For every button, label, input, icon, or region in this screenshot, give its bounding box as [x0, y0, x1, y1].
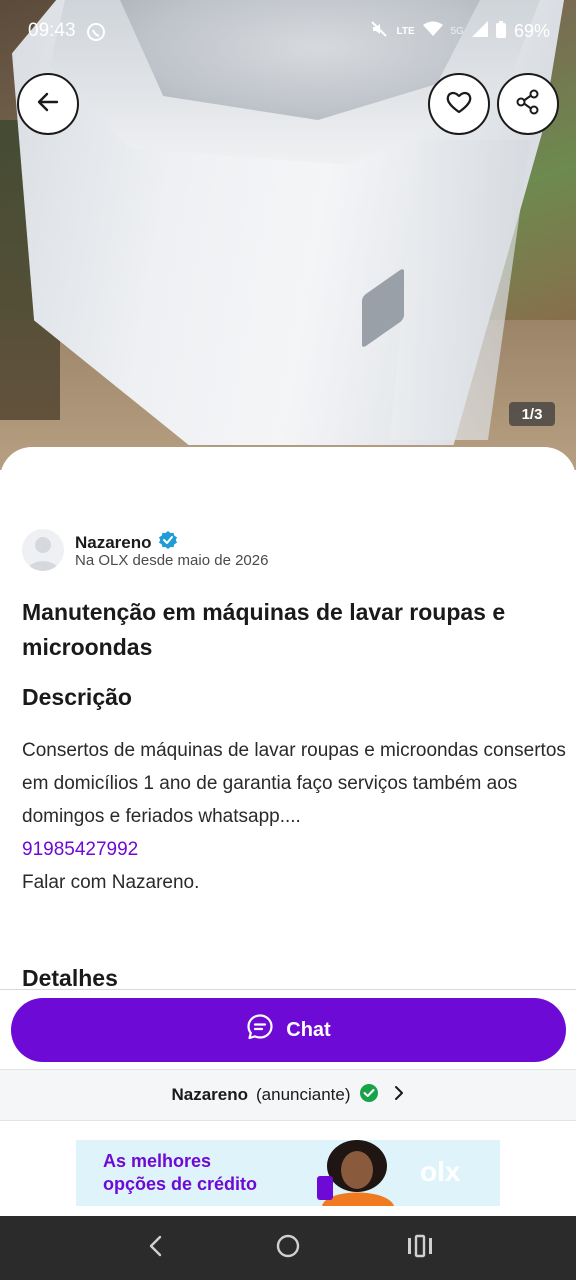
status-time: 09:43: [28, 20, 76, 41]
battery-icon: [495, 20, 506, 43]
ad-headline: As melhores opções de crédito: [103, 1150, 257, 1196]
seller-bar-role: (anunciante): [256, 1085, 351, 1104]
seller-profile-bar[interactable]: Nazareno (anunciante): [0, 1069, 576, 1121]
chat-bubble-icon: [246, 1013, 274, 1047]
listing-details-sheet[interactable]: Nazareno Na OLX desde maio de 2026 Manut…: [0, 447, 576, 992]
system-nav-bar: [0, 1216, 576, 1280]
ad-line-2: opções de crédito: [103, 1174, 258, 1194]
arrow-left-icon: [35, 89, 61, 120]
description-text: Consertos de máquinas de lavar roupas e …: [22, 740, 566, 827]
battery-level: 69%: [513, 21, 550, 41]
olx-logo: olx: [420, 1156, 461, 1187]
ad-person-image: [302, 1140, 412, 1206]
mute-icon: [370, 20, 388, 43]
nav-back-button[interactable]: [136, 1228, 176, 1268]
phone-link[interactable]: 91985427992: [22, 833, 567, 866]
seller-bar-name: Nazareno: [171, 1085, 248, 1104]
signal-icon: [471, 21, 488, 42]
divider: [0, 989, 576, 990]
heart-icon: [446, 90, 472, 119]
nav-back-icon: [147, 1234, 165, 1263]
lte-label: LTE: [396, 26, 415, 37]
back-button[interactable]: [17, 73, 79, 135]
check-circle-icon: [359, 1083, 379, 1108]
nav-home-icon: [275, 1233, 301, 1264]
details-heading: Detalhes: [22, 965, 118, 991]
share-button[interactable]: [497, 73, 559, 135]
ad-banner[interactable]: As melhores opções de crédito olx: [76, 1140, 500, 1206]
listing-photo[interactable]: [0, 0, 576, 470]
whatsapp-notification-icon: [86, 22, 106, 47]
chat-button-label: Chat: [286, 1018, 331, 1041]
photo-counter: 1/3: [509, 402, 555, 426]
status-bar: 09:43 LTE 5G 69%: [0, 0, 576, 64]
contact-line: Falar com Nazareno.: [22, 872, 200, 893]
description-heading: Descrição: [22, 684, 132, 710]
ad-line-1: As melhores: [103, 1151, 212, 1171]
favorite-button[interactable]: [428, 73, 490, 135]
chat-button[interactable]: Chat: [11, 998, 566, 1062]
chevron-right-icon: [393, 1085, 405, 1106]
share-icon: [515, 89, 541, 120]
network-type: 5G: [450, 26, 464, 37]
seller-member-since: Na OLX desde maio de 2026: [75, 552, 269, 569]
description-body: Consertos de máquinas de lavar roupas e …: [22, 734, 567, 899]
nav-recents-button[interactable]: [400, 1228, 440, 1268]
wifi-icon: [422, 21, 443, 42]
seller-name[interactable]: Nazareno: [75, 533, 152, 553]
listing-title: Manutenção em máquinas de lavar roupas e…: [22, 599, 506, 660]
nav-home-button[interactable]: [268, 1228, 308, 1268]
nav-recents-icon: [407, 1234, 433, 1263]
seller-avatar[interactable]: [22, 529, 64, 571]
status-icons: LTE 5G 69%: [370, 20, 550, 43]
